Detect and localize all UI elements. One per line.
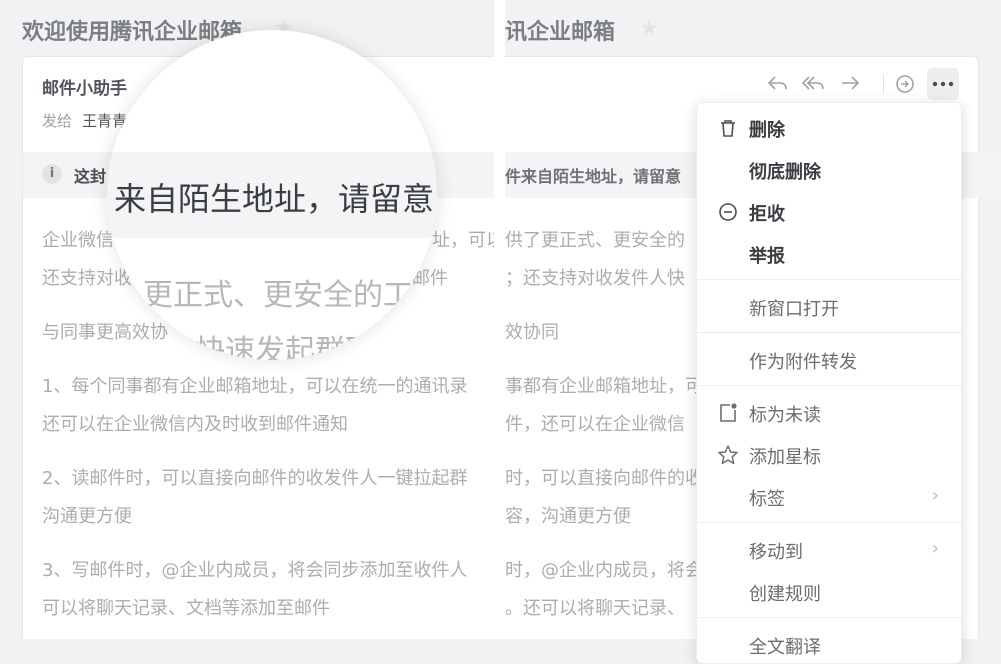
forward-icon[interactable] — [837, 70, 863, 98]
menu-label: 创建规则 — [749, 584, 821, 605]
star-icon[interactable]: ★ — [639, 16, 659, 41]
body-line: 1、每个同事都有企业邮箱地址，可以在统一的通讯录 — [42, 376, 468, 397]
menu-label: 添加星标 — [749, 447, 821, 468]
trash-icon — [717, 117, 739, 139]
unread-icon — [717, 402, 739, 424]
body-line: 件，还可以在企业微信 — [505, 414, 685, 435]
body-line: 事都有企业邮箱地址，可 — [505, 376, 703, 397]
reply-icon[interactable] — [765, 70, 791, 98]
menu-item-delete-permanently[interactable]: 彻底删除 — [697, 150, 961, 188]
menu-label: 全文翻译 — [749, 637, 821, 658]
menu-item-tags[interactable]: 标签 › — [697, 477, 961, 515]
body-line: 可以将聊天记录、文档等添加至邮件 — [42, 598, 330, 619]
magnified-warning-text: 来自陌生地址，请留意 — [114, 180, 435, 218]
body-line-fragment: 址，可以 — [432, 230, 494, 251]
menu-label: 移动到 — [749, 542, 803, 563]
body-line: 供了更正式、更安全的 — [505, 230, 685, 251]
body-line: 沟通更方便 — [42, 506, 132, 527]
recipient-row: 发给 王青青 — [42, 110, 127, 131]
warning-text: 件来自陌生地址，请留意 — [505, 167, 682, 186]
magnifier-lens: 来自陌生地址，请留意 更正式、更安全的工 快速发起群聊 — [107, 30, 437, 360]
toolbar-separator — [883, 74, 884, 94]
body-line: 2、读邮件时，可以直接向邮件的收发件人一键拉起群 — [42, 468, 468, 489]
star-icon — [717, 444, 739, 466]
menu-divider — [697, 617, 961, 618]
magnified-body-line: 快速发起群聊 — [195, 334, 375, 360]
menu-item-report[interactable]: 举报 — [697, 234, 961, 272]
menu-label: 删除 — [749, 120, 785, 141]
body-line: 企业微信 — [42, 230, 114, 251]
magnified-body-line: 更正式、更安全的工 — [143, 278, 413, 313]
block-icon — [717, 201, 739, 223]
info-icon: i — [42, 164, 62, 184]
menu-item-forward-as-attachment[interactable]: 作为附件转发 — [697, 340, 961, 378]
menu-divider — [697, 279, 961, 280]
menu-label: 举报 — [749, 246, 785, 267]
menu-item-create-rule[interactable]: 创建规则 — [697, 572, 961, 610]
menu-item-translate[interactable]: 全文翻译 — [697, 625, 961, 663]
body-line: 效协同 — [505, 322, 559, 343]
body-line: 还支持对收 — [42, 268, 132, 289]
chevron-right-icon: › — [931, 485, 939, 506]
reply-all-icon[interactable] — [801, 70, 827, 98]
menu-item-block[interactable]: 拒收 — [697, 192, 961, 230]
sender-name[interactable]: 邮件小助手 — [42, 74, 127, 99]
menu-item-delete[interactable]: 删除 — [697, 108, 961, 146]
body-line: 。还可以将聊天记录、 — [505, 598, 685, 619]
menu-label: 新窗口打开 — [749, 299, 839, 320]
body-line: 3、写邮件时，@企业内成员，将会同步添加至收件人 — [42, 560, 468, 581]
more-actions-menu: 删除 彻底删除 拒收 举报 新窗口打开 作为附件转发 标为未读 添加星标 标签 … — [696, 102, 962, 664]
body-line: ；还支持对收发件人快 — [505, 268, 685, 289]
chat-icon[interactable] — [892, 70, 918, 98]
menu-item-mark-unread[interactable]: 标为未读 — [697, 393, 961, 431]
to-label: 发给 — [42, 112, 73, 130]
menu-label: 作为附件转发 — [749, 352, 857, 373]
menu-divider — [697, 522, 961, 523]
menu-divider — [697, 332, 961, 333]
menu-divider — [697, 385, 961, 386]
body-line: 与同事更高效协 — [42, 322, 168, 343]
split-divider — [494, 0, 505, 639]
menu-label: 彻底删除 — [749, 162, 821, 183]
menu-label: 标为未读 — [749, 405, 821, 426]
menu-label: 标签 — [749, 489, 785, 510]
more-button[interactable] — [927, 68, 959, 100]
menu-item-open-new-window[interactable]: 新窗口打开 — [697, 287, 961, 325]
menu-item-move-to[interactable]: 移动到 › — [697, 530, 961, 568]
body-line: 时，@企业内成员，将会 — [505, 560, 703, 581]
more-icon — [932, 81, 954, 87]
menu-item-add-star[interactable]: 添加星标 — [697, 435, 961, 473]
body-line: 容，沟通更方便 — [505, 506, 631, 527]
body-line: 时，可以直接向邮件的收 — [505, 468, 703, 489]
warning-text: 这封 — [74, 167, 107, 186]
menu-label: 拒收 — [749, 204, 785, 225]
body-line: 还可以在企业微信内及时收到邮件通知 — [42, 414, 348, 435]
chevron-right-icon: › — [931, 538, 939, 559]
page-title-cropped: 讯企业邮箱 — [505, 20, 616, 45]
